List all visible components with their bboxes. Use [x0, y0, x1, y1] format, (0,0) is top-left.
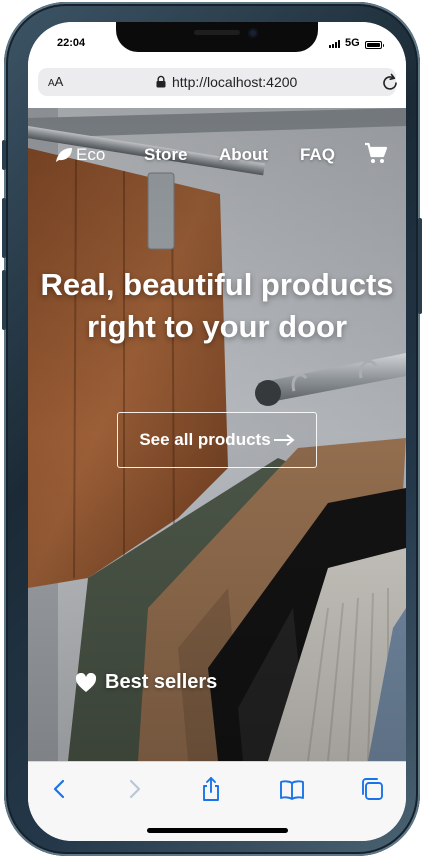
browser-toolbar: [28, 761, 406, 841]
network-type: 5G: [345, 37, 360, 49]
site-logo[interactable]: Eco: [55, 145, 105, 165]
volume-down-button: [2, 270, 6, 330]
side-button: [2, 140, 6, 170]
cta-label: See all products: [139, 430, 271, 449]
battery-icon: [365, 41, 384, 49]
heart-icon: [75, 672, 97, 692]
back-icon[interactable]: [47, 776, 73, 802]
home-indicator[interactable]: [147, 828, 288, 833]
forward-icon[interactable]: [121, 776, 147, 802]
notch: [116, 22, 318, 52]
arrow-right-icon: [273, 434, 295, 446]
hero-headline: Real, beautiful products right to your d…: [28, 264, 406, 348]
reload-icon[interactable]: [381, 72, 399, 92]
speaker: [194, 30, 240, 35]
phone-frame: 22:04 5G AA http://localhost:4200 Eco St…: [2, 2, 422, 856]
hero-headline-line2: right to your door: [86, 309, 348, 344]
address-bar[interactable]: AA http://localhost:4200: [38, 68, 399, 96]
nav-link-about[interactable]: About: [219, 145, 268, 165]
power-button: [418, 218, 422, 314]
text-size-button[interactable]: AA: [48, 74, 63, 89]
leaf-icon: [56, 148, 72, 162]
signal-icon: [329, 40, 340, 48]
status-time: 22:04: [57, 37, 86, 49]
nav-link-store[interactable]: Store: [144, 145, 187, 165]
screen: 22:04 5G AA http://localhost:4200 Eco St…: [28, 22, 406, 841]
logo-text: Eco: [76, 145, 106, 164]
tabs-icon[interactable]: [359, 776, 385, 802]
lock-icon: [156, 75, 166, 88]
best-sellers-label: Best sellers: [105, 671, 218, 693]
site-navbar: Eco Store About FAQ: [28, 108, 406, 188]
best-sellers-heading: Best sellers: [75, 671, 217, 694]
hero-section: Eco Store About FAQ Real, beautiful prod…: [28, 108, 406, 761]
url-text[interactable]: http://localhost:4200: [172, 74, 297, 90]
bookmarks-icon[interactable]: [279, 776, 305, 802]
volume-up-button: [2, 198, 6, 258]
status-bar: 22:04 5G: [28, 22, 406, 68]
see-all-products-button[interactable]: See all products: [117, 412, 317, 468]
camera: [248, 28, 258, 38]
shopping-cart-icon[interactable]: [364, 142, 388, 164]
hero-headline-line1: Real, beautiful products: [40, 267, 394, 302]
share-icon[interactable]: [198, 776, 224, 802]
nav-link-faq[interactable]: FAQ: [300, 145, 335, 165]
